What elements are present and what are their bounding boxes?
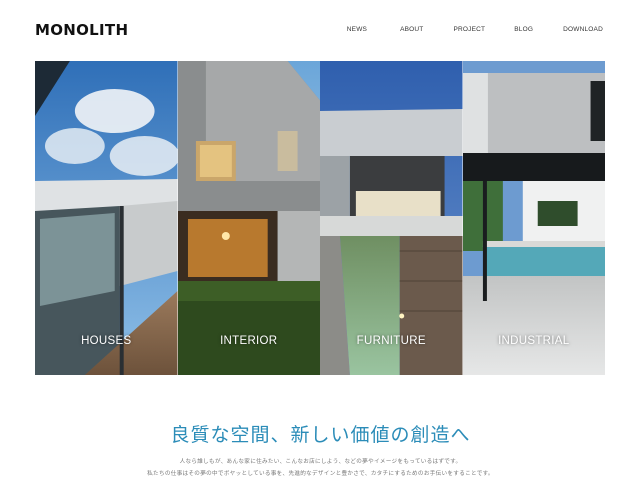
category-label: HOUSES: [81, 335, 132, 347]
nav-download[interactable]: DOWNLOAD: [563, 26, 603, 33]
intro-headline: 良質な空間、新しい価値の創造へ: [170, 424, 471, 446]
intro-text-line: 人なら誰しもが、あんな家に住みたい、こんなお店にしよう、などの夢やイメージをもっ…: [179, 459, 462, 465]
category-label: FURNITURE: [356, 335, 426, 347]
category-label: INDUSTRIAL: [498, 335, 570, 347]
category-gallery: HOUSES INTERIOR FURNITURE INDUSTRIAL: [35, 61, 605, 375]
interior-photo: [177, 61, 320, 375]
category-panel-furniture[interactable]: FURNITURE: [320, 61, 463, 375]
houses-photo: [35, 61, 178, 375]
category-panel-industrial[interactable]: INDUSTRIAL: [462, 61, 605, 375]
intro-text-line: 私たちの仕事はその夢の中でボヤッとしている事を、先進的なデザインと豊かさで、カタ…: [147, 471, 494, 477]
industrial-photo: [462, 61, 605, 375]
site-header: MONOLITH NEWS ABOUT PROJECT BLOG DOWNLOA…: [0, 0, 641, 60]
nav-project[interactable]: PROJECT: [453, 26, 485, 33]
nav-news[interactable]: NEWS: [347, 26, 367, 33]
category-label: INTERIOR: [220, 335, 278, 347]
category-panel-houses[interactable]: HOUSES: [35, 61, 178, 375]
main-nav: NEWS ABOUT PROJECT BLOG DOWNLOAD: [347, 26, 603, 33]
site-logo[interactable]: MONOLITH: [35, 21, 128, 39]
nav-about[interactable]: ABOUT: [400, 26, 423, 33]
furniture-photo: [320, 61, 463, 375]
category-panel-interior[interactable]: INTERIOR: [177, 61, 320, 375]
nav-blog[interactable]: BLOG: [514, 26, 533, 33]
